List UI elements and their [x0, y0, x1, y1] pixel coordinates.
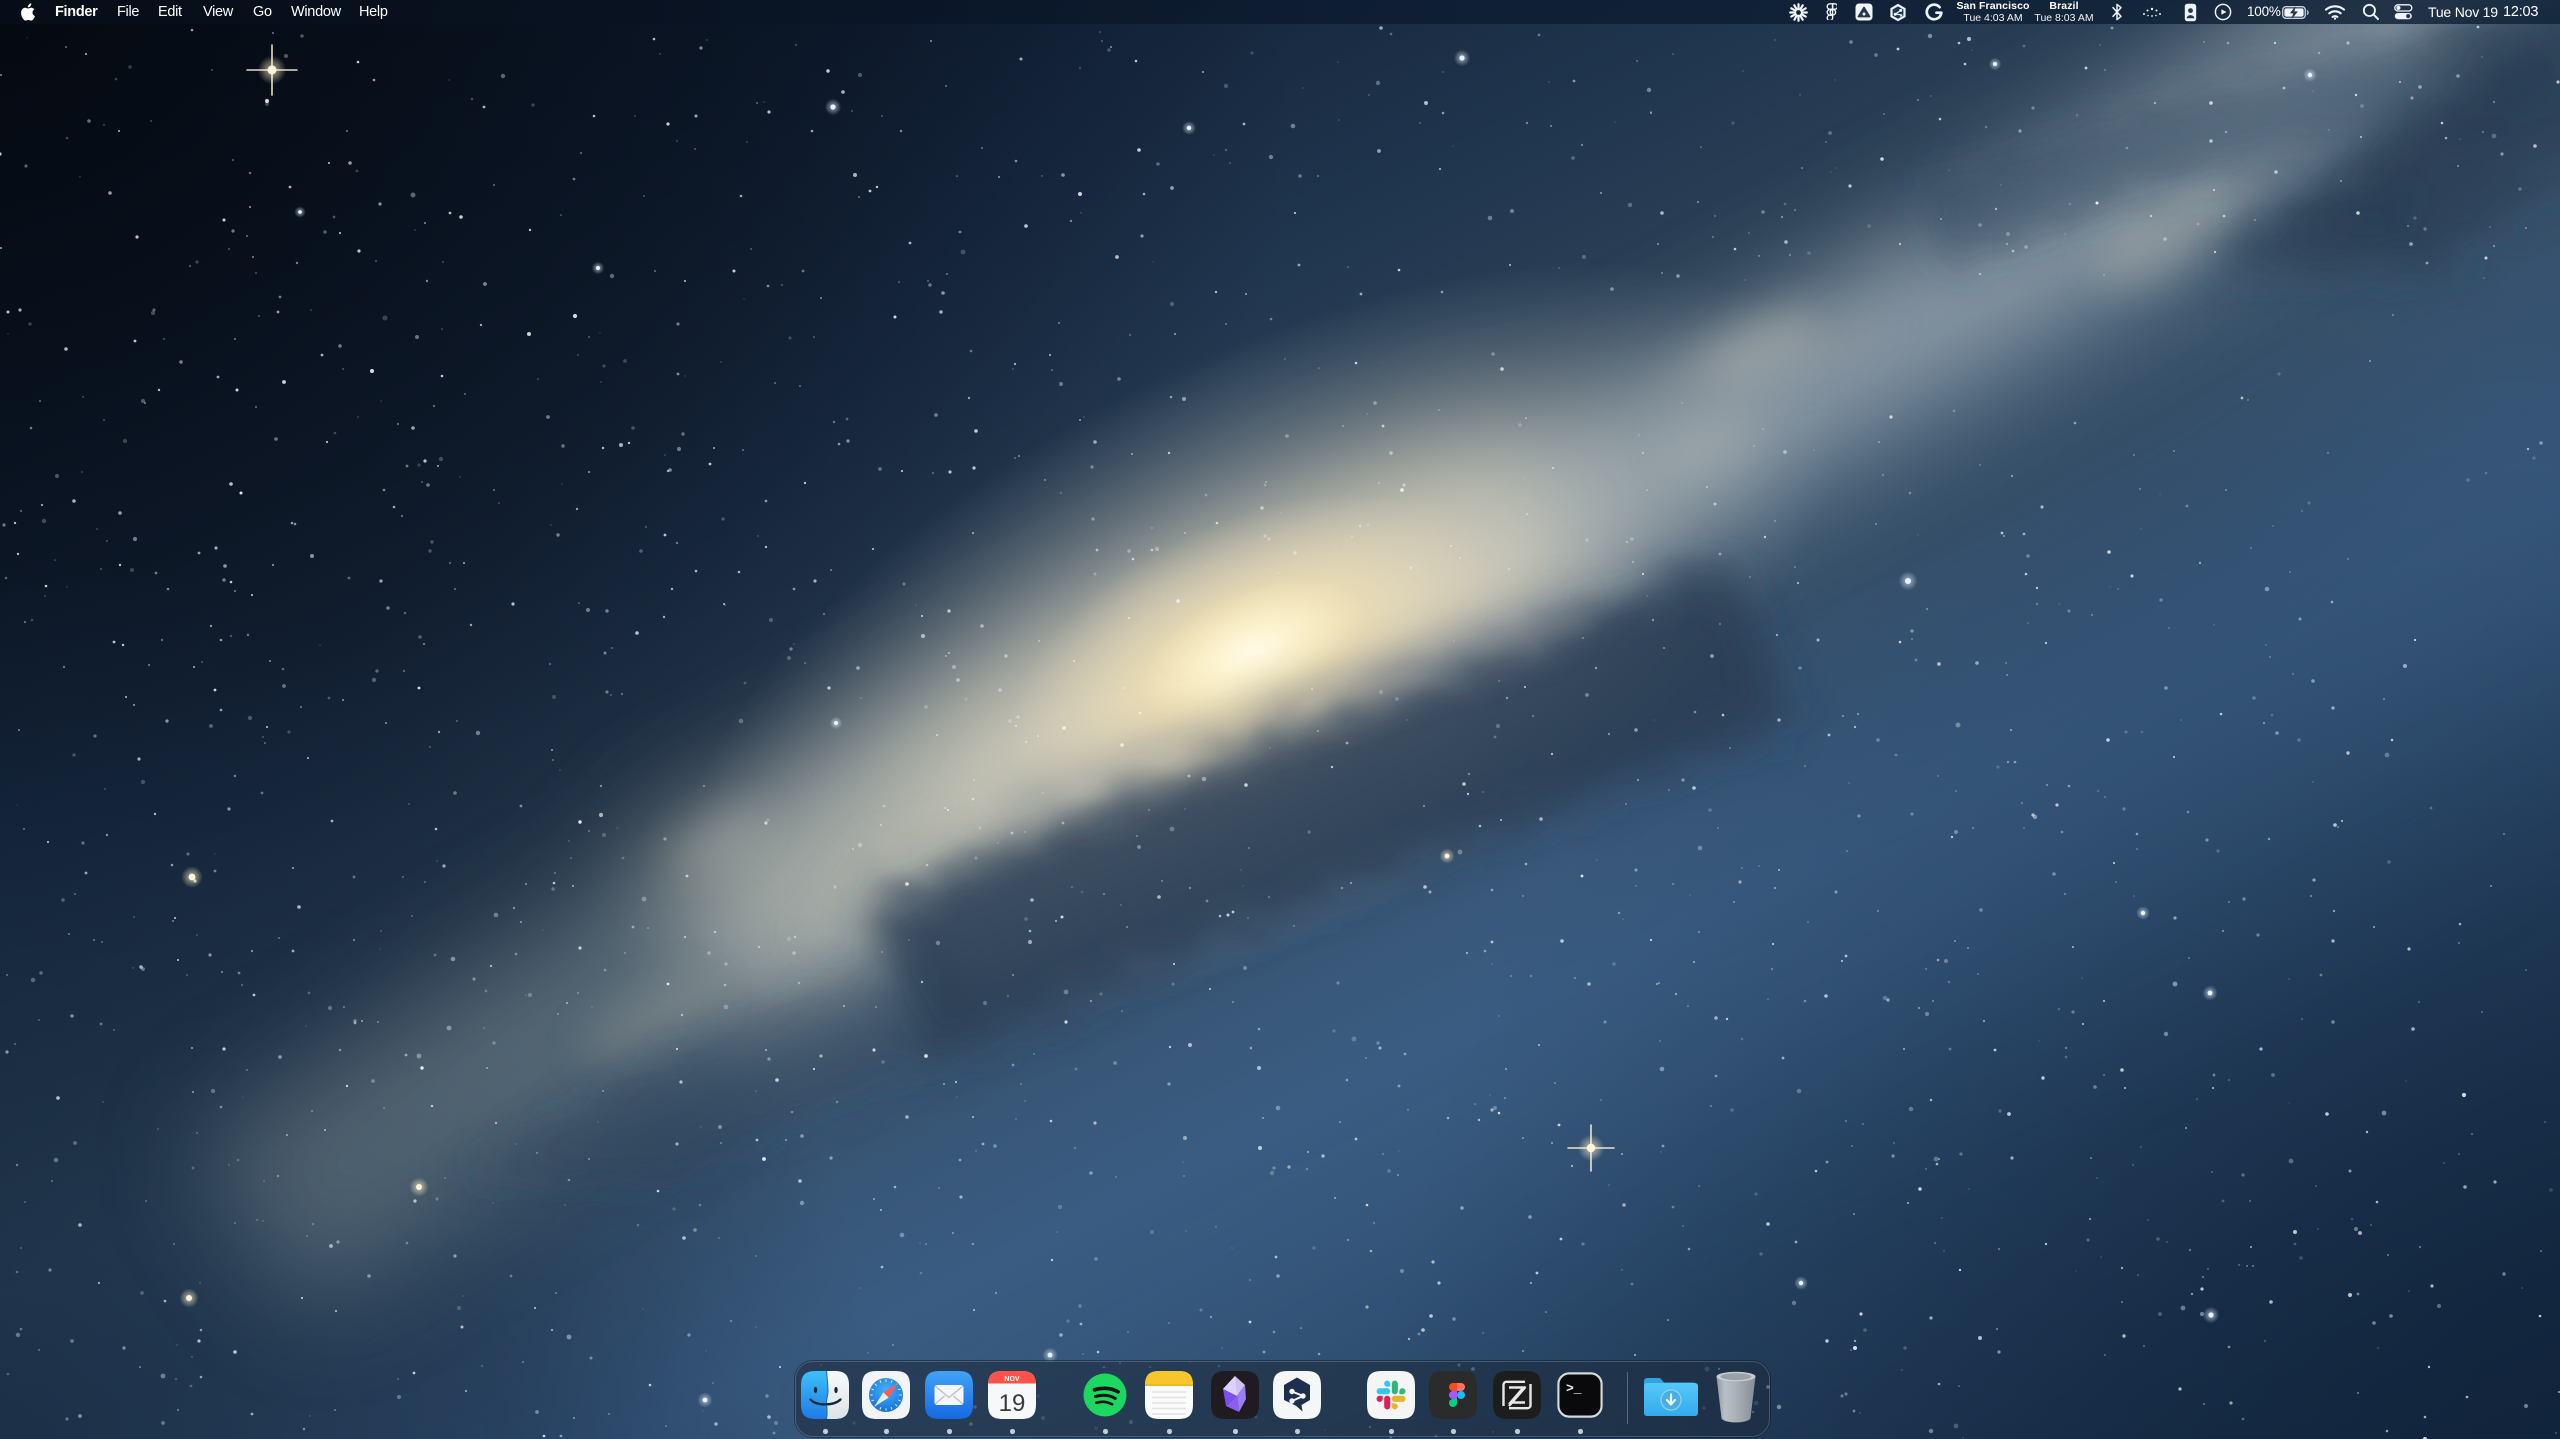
svg-text:NOV: NOV: [1004, 1376, 1020, 1383]
svg-text:19: 19: [999, 1390, 1026, 1417]
svg-text:>_: >_: [1566, 1381, 1582, 1396]
